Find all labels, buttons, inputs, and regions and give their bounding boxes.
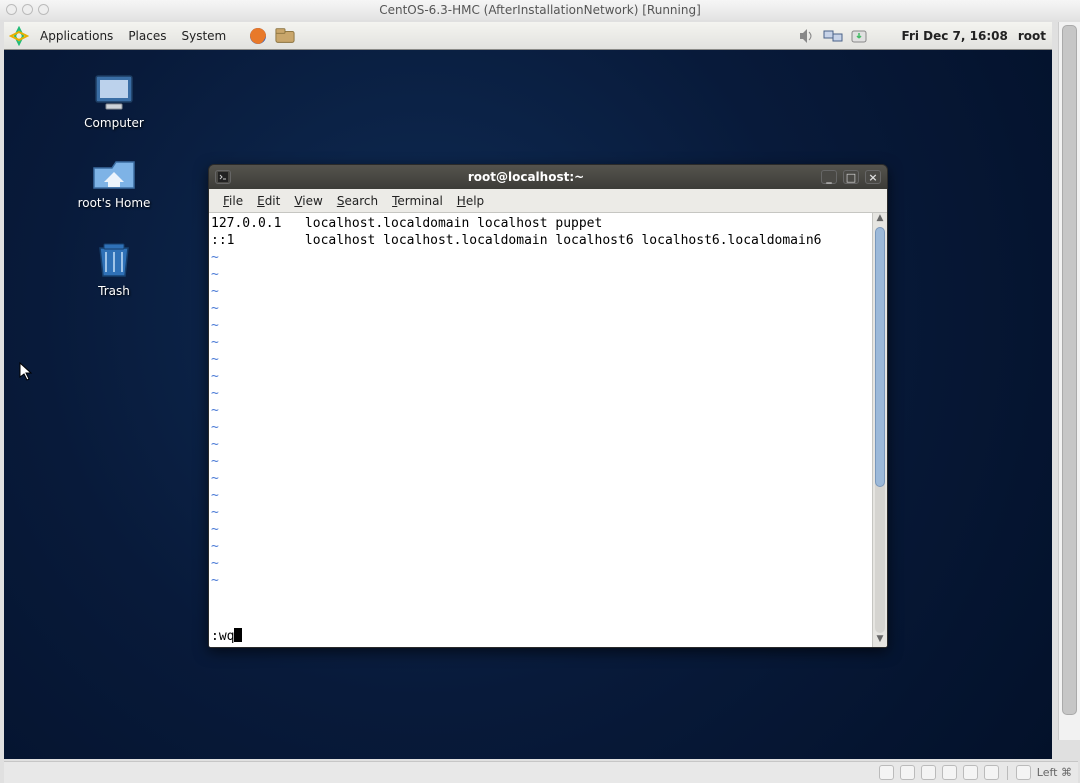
- desktop-icon-trash[interactable]: Trash: [69, 240, 159, 298]
- outer-scrollbar[interactable]: [1058, 22, 1080, 740]
- zoom-button[interactable]: [38, 4, 49, 15]
- volume-icon[interactable]: [796, 26, 818, 46]
- desktop-icon-label: root's Home: [69, 196, 159, 210]
- virtualbox-titlebar: CentOS-6.3-HMC (AfterInstallationNetwork…: [0, 0, 1080, 20]
- vbox-disk-icon[interactable]: [879, 765, 894, 780]
- menu-edit[interactable]: Edit: [251, 192, 286, 210]
- vbox-mouse-icon[interactable]: [984, 765, 999, 780]
- panel-tray: Fri Dec 7, 16:08 root: [796, 26, 1050, 46]
- desktop-icon-label: Computer: [69, 116, 159, 130]
- home-icon: [90, 152, 138, 192]
- vbox-indicator-icon[interactable]: [1016, 765, 1031, 780]
- menu-places[interactable]: Places: [121, 26, 173, 46]
- desktop-icon-home[interactable]: root's Home: [69, 152, 159, 210]
- updates-icon[interactable]: [848, 26, 870, 46]
- guest-desktop[interactable]: Applications Places System Fri Dec 7, 16…: [4, 22, 1052, 759]
- menu-applications[interactable]: Applications: [33, 26, 120, 46]
- minimize-button[interactable]: [22, 4, 33, 15]
- outer-scroll-thumb[interactable]: [1062, 25, 1077, 715]
- menu-search[interactable]: Search: [331, 192, 384, 210]
- network-icon[interactable]: [822, 26, 844, 46]
- vbox-usb-icon[interactable]: [921, 765, 936, 780]
- virtualbox-title-text: CentOS-6.3-HMC (AfterInstallationNetwork…: [379, 3, 701, 17]
- computer-icon: [90, 72, 138, 112]
- maximize-button[interactable]: □: [843, 170, 859, 184]
- gnome-panel: Applications Places System Fri Dec 7, 16…: [4, 22, 1052, 50]
- terminal-cursor: [234, 628, 242, 642]
- minimize-button[interactable]: _: [821, 170, 837, 184]
- menu-file[interactable]: File: [217, 192, 249, 210]
- panel-menubar: Applications Places System: [6, 26, 298, 46]
- close-button[interactable]: [6, 4, 17, 15]
- close-button[interactable]: ×: [865, 170, 881, 184]
- terminal-icon: [215, 170, 231, 184]
- menu-view[interactable]: View: [288, 192, 328, 210]
- menu-terminal[interactable]: Terminal: [386, 192, 449, 210]
- firefox-icon[interactable]: [248, 26, 268, 46]
- menu-help[interactable]: Help: [451, 192, 490, 210]
- vbox-optical-icon[interactable]: [900, 765, 915, 780]
- vbox-display-icon[interactable]: [963, 765, 978, 780]
- terminal-menubar: File Edit View Search Terminal Help: [209, 189, 887, 213]
- terminal-body[interactable]: 127.0.0.1 localhost.localdomain localhos…: [209, 213, 872, 647]
- virtualbox-statusbar: Left ⌘: [4, 761, 1078, 783]
- window-traffic-lights[interactable]: [6, 4, 49, 15]
- terminal-titlebar[interactable]: root@localhost:~ _ □ ×: [209, 165, 887, 189]
- panel-user[interactable]: root: [1018, 29, 1046, 43]
- terminal-scroll-thumb[interactable]: [875, 227, 885, 487]
- desktop-icon-computer[interactable]: Computer: [69, 72, 159, 130]
- cursor-icon: [19, 362, 35, 382]
- scroll-up-icon[interactable]: ▲: [873, 213, 887, 226]
- trash-icon: [90, 240, 138, 280]
- terminal-scrollbar[interactable]: ▲ ▼: [872, 213, 887, 647]
- terminal-title-text: root@localhost:~: [237, 170, 815, 184]
- nautilus-icon[interactable]: [275, 26, 295, 46]
- centos-logo-icon[interactable]: [9, 26, 29, 46]
- scroll-down-icon[interactable]: ▼: [873, 634, 887, 647]
- vbox-host-key: Left ⌘: [1037, 766, 1072, 779]
- menu-system[interactable]: System: [174, 26, 233, 46]
- desktop-icon-label: Trash: [69, 284, 159, 298]
- terminal-window[interactable]: root@localhost:~ _ □ × File Edit View Se…: [208, 164, 888, 648]
- terminal-body-wrap: 127.0.0.1 localhost.localdomain localhos…: [209, 213, 887, 647]
- vbox-shared-icon[interactable]: [942, 765, 957, 780]
- panel-clock[interactable]: Fri Dec 7, 16:08: [902, 29, 1008, 43]
